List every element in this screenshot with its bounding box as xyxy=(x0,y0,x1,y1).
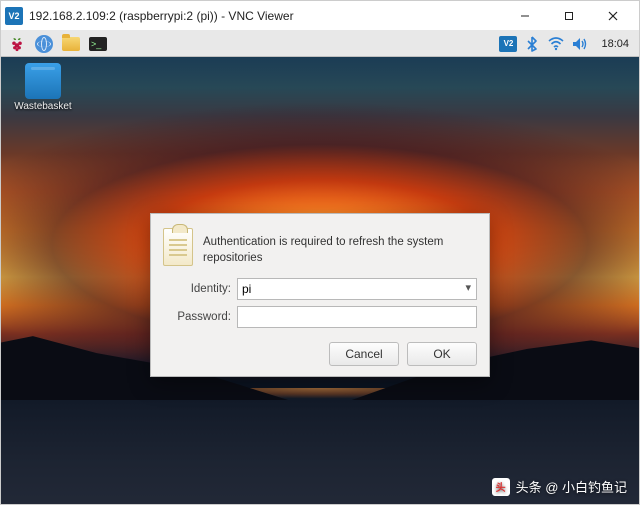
ok-button[interactable]: OK xyxy=(407,342,477,366)
identity-select[interactable]: pi xyxy=(237,278,477,300)
bluetooth-icon[interactable] xyxy=(523,35,541,53)
vnc-app-icon: V2 xyxy=(5,7,23,25)
identity-label: Identity: xyxy=(163,283,231,295)
rpi-taskbar: >_ V2 18:04 xyxy=(1,31,639,57)
system-tray: V2 18:04 xyxy=(499,35,635,53)
raspberry-menu-icon[interactable] xyxy=(5,33,29,55)
wastebasket-icon xyxy=(25,63,61,99)
wastebasket-desktop-icon[interactable]: Wastebasket xyxy=(13,63,73,112)
terminal-icon[interactable]: >_ xyxy=(86,33,110,55)
cancel-button[interactable]: Cancel xyxy=(329,342,399,366)
volume-icon[interactable] xyxy=(571,35,589,53)
vnc-viewer-window: V2 192.168.2.109:2 (raspberrypi:2 (pi)) … xyxy=(0,0,640,505)
wastebasket-label: Wastebasket xyxy=(13,101,73,112)
password-input[interactable] xyxy=(237,306,477,328)
wifi-icon[interactable] xyxy=(547,35,565,53)
vnc-server-tray-icon[interactable]: V2 xyxy=(499,35,517,53)
file-manager-icon[interactable] xyxy=(59,33,83,55)
maximize-button[interactable] xyxy=(547,2,591,30)
window-buttons xyxy=(503,2,635,30)
authentication-dialog: Authentication is required to refresh th… xyxy=(150,213,490,377)
close-button[interactable] xyxy=(591,2,635,30)
dialog-message: Authentication is required to refresh th… xyxy=(203,228,477,266)
web-browser-icon[interactable] xyxy=(32,33,56,55)
watermark-logo-icon: 头 xyxy=(492,478,510,496)
watermark-text: 头条 @ 小白钓鱼记 xyxy=(516,477,627,496)
taskbar-clock[interactable]: 18:04 xyxy=(595,38,635,50)
minimize-button[interactable] xyxy=(503,2,547,30)
window-title: 192.168.2.109:2 (raspberrypi:2 (pi)) - V… xyxy=(29,9,503,23)
package-auth-icon xyxy=(163,228,193,266)
password-label: Password: xyxy=(163,311,231,323)
vnc-titlebar: V2 192.168.2.109:2 (raspberrypi:2 (pi)) … xyxy=(1,1,639,31)
remote-desktop: >_ V2 18:04 Wastebasket xyxy=(1,31,639,504)
image-watermark: 头 头条 @ 小白钓鱼记 xyxy=(492,477,627,496)
